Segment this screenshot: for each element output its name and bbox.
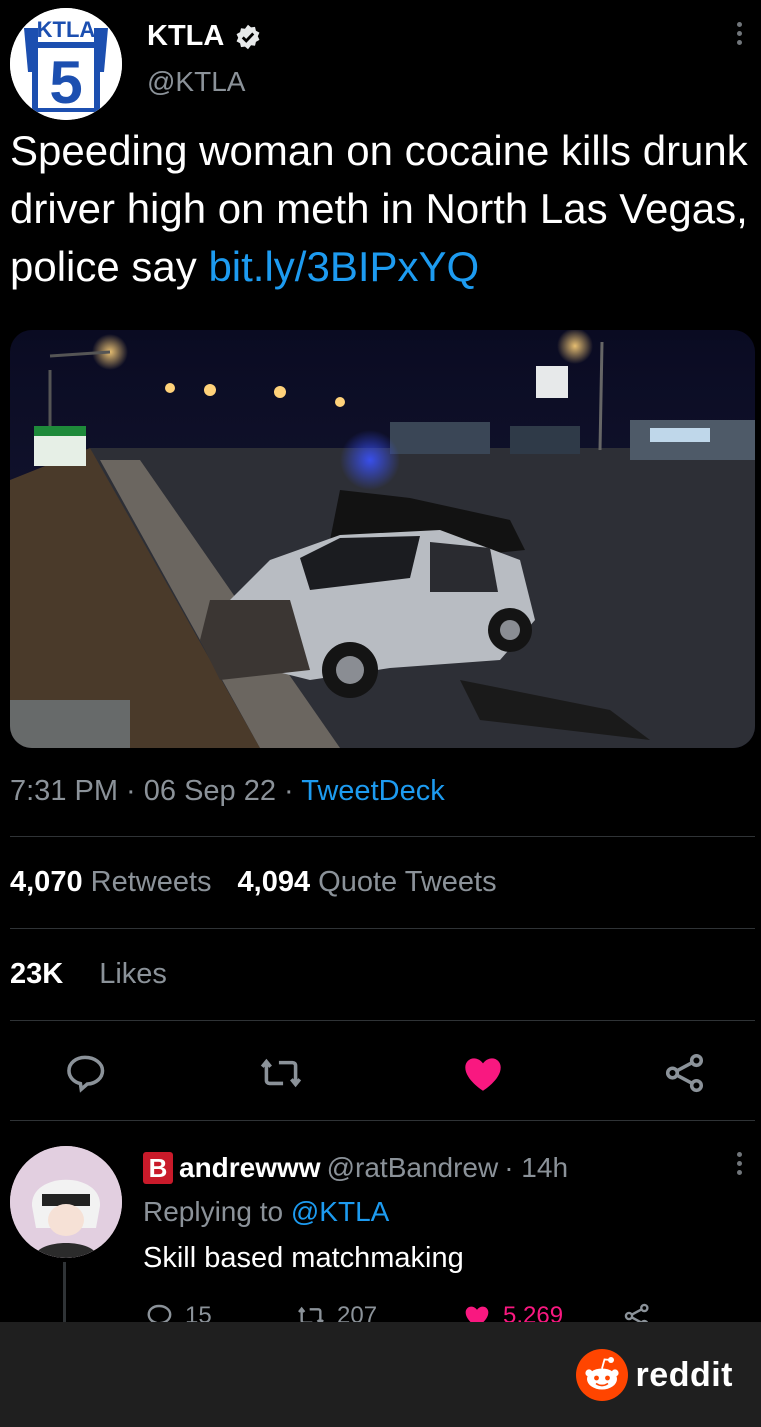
replying-to-handle[interactable]: @KTLA [291, 1196, 389, 1227]
reply-author-name[interactable]: andrewww [179, 1152, 321, 1184]
tweet-text: Speeding woman on cocaine kills drunk dr… [10, 122, 755, 296]
reply-time[interactable]: · 14h [504, 1152, 568, 1184]
divider [10, 836, 755, 837]
quotes-label: Quote Tweets [318, 866, 497, 898]
tweet-link[interactable]: bit.ly/3BIPxYQ [208, 243, 479, 290]
likes-label: Likes [99, 958, 167, 990]
logo-number: 5 [49, 49, 82, 116]
replying-prefix: Replying to [143, 1196, 291, 1227]
reply-text: Skill based matchmaking [143, 1242, 464, 1274]
retweets-count: 4,070 [10, 866, 83, 898]
likes-count: 23K [10, 958, 64, 990]
divider [10, 1020, 755, 1021]
retweets-stat[interactable]: 4,070 Retweets [10, 866, 212, 899]
author-name-row[interactable]: KTLA [147, 20, 262, 53]
divider [10, 1120, 755, 1121]
reply-avatar[interactable] [10, 1146, 122, 1258]
reddit-watermark-bar: reddit [0, 1322, 761, 1427]
quotes-stat[interactable]: 4,094 Quote Tweets [238, 866, 497, 899]
likes-stat[interactable]: 23K Likes [10, 958, 167, 991]
reddit-snoo-icon [575, 1349, 628, 1401]
reply-badge: B [143, 1152, 173, 1184]
reply-more-icon[interactable] [726, 1148, 752, 1184]
replying-to: Replying to @KTLA [143, 1196, 389, 1228]
tweet-timestamp: 7:31 PM · 06 Sep 22 · TweetDeck [10, 775, 445, 808]
retweet-icon[interactable] [256, 1048, 306, 1098]
engagement-stats: 4,070 Retweets 4,094 Quote Tweets [10, 866, 497, 899]
retweets-label: Retweets [90, 866, 212, 898]
reply-author-handle[interactable]: @ratBandrew [327, 1152, 499, 1184]
tweet-source[interactable]: TweetDeck [301, 775, 444, 807]
share-icon[interactable] [660, 1048, 710, 1098]
reddit-logo: reddit [575, 1349, 733, 1401]
author-handle[interactable]: @KTLA [147, 66, 245, 98]
reply-icon[interactable] [60, 1048, 110, 1098]
logo-text: KTLA [37, 17, 96, 42]
divider [10, 928, 755, 929]
ktla-avatar[interactable]: KTLA 5 [10, 8, 122, 120]
verified-icon [236, 24, 260, 49]
tweet-photo[interactable] [10, 330, 755, 748]
tweet-action-bar [0, 1048, 761, 1098]
author-name[interactable]: KTLA [147, 20, 224, 53]
tweet-time[interactable]: 7:31 PM · 06 Sep 22 · [10, 775, 301, 807]
like-icon[interactable] [458, 1048, 508, 1098]
more-icon[interactable] [726, 18, 752, 54]
reply-header: B andrewww @ratBandrew · 14h [143, 1152, 568, 1184]
quotes-count: 4,094 [237, 866, 311, 898]
reddit-wordmark: reddit [635, 1355, 733, 1394]
